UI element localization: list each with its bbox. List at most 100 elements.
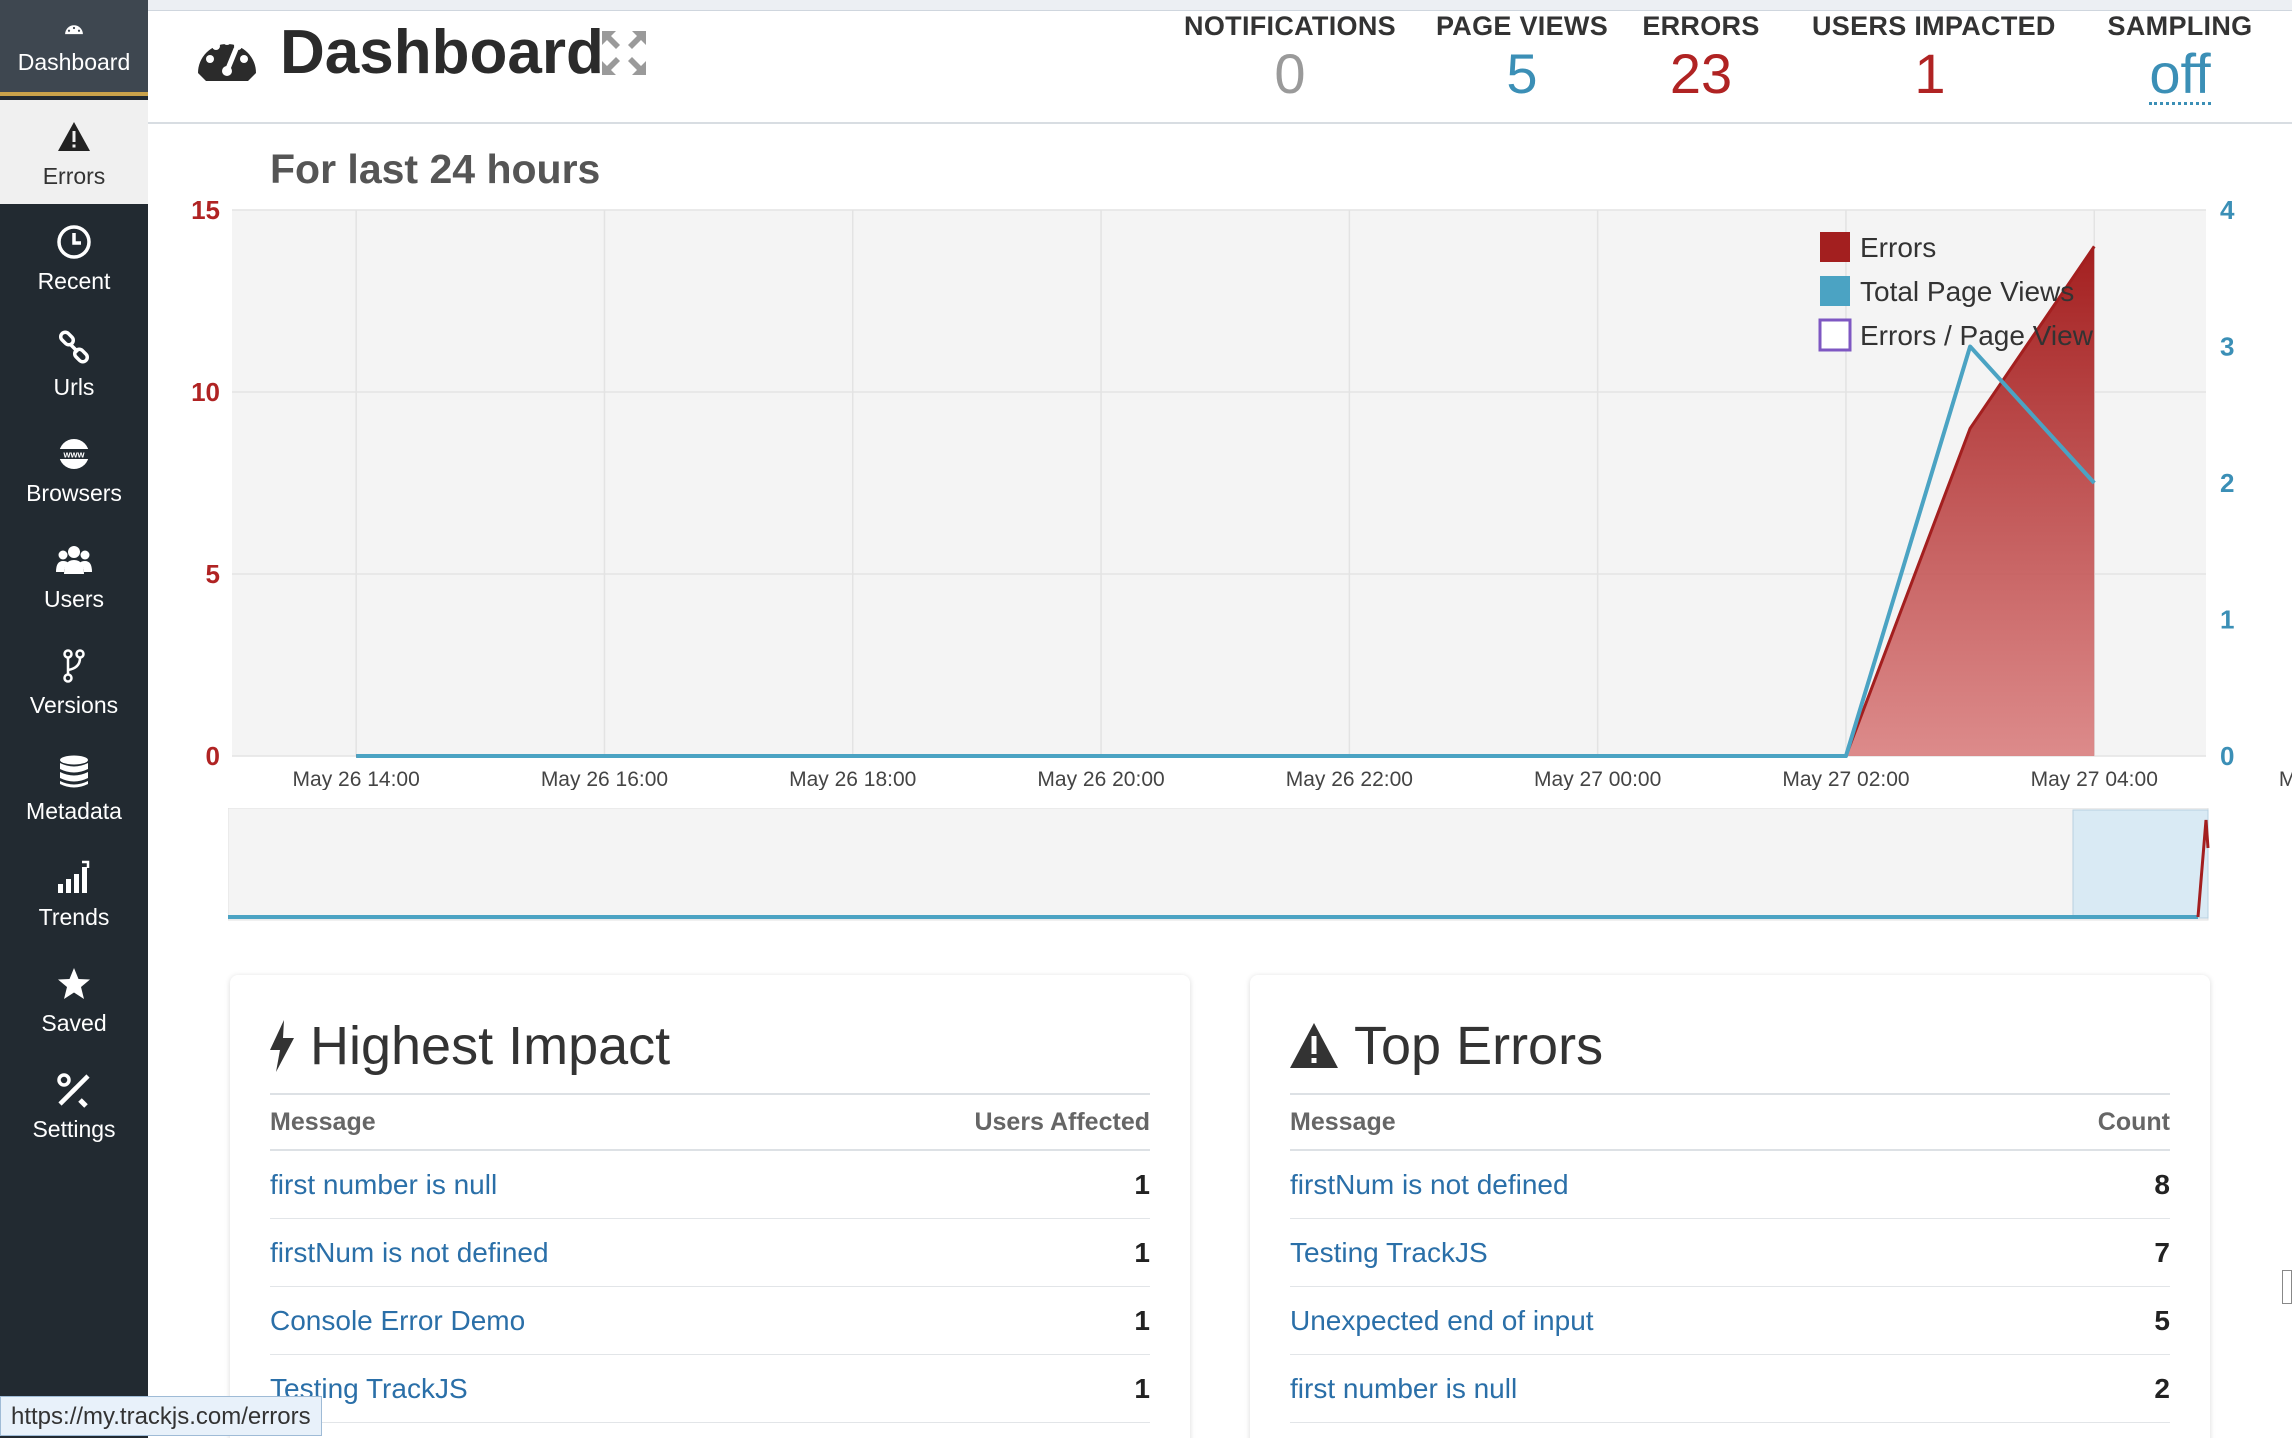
errors-chart[interactable]: May 26 14:00 May 26 16:00 May 26 18:00 May … — [148, 190, 2292, 790]
sidebar-item-label: Urls — [53, 374, 95, 400]
legend-entry: Total Page Views — [1860, 276, 2074, 307]
top-errors-table: Message Count firstNum is not defined 8 … — [1290, 1093, 2170, 1423]
y-right-tick-label: 1 — [2220, 605, 2234, 635]
status-bar-url: https://my.trackjs.com/errors — [0, 1396, 322, 1436]
lightning-icon — [270, 1020, 294, 1072]
y-right-tick-label: 3 — [2220, 332, 2234, 362]
sidebar-item-settings[interactable]: Settings — [0, 1053, 148, 1157]
error-count: 2 — [2154, 1372, 2170, 1404]
column-header-users-affected[interactable]: Users Affected — [974, 1108, 1150, 1137]
stat-users-impacted[interactable]: USERS IMPACTED 1 — [1812, 11, 2056, 106]
x-tick-label: May 26 18:00 — [789, 768, 916, 790]
stat-label: NOTIFICATIONS — [1184, 11, 1396, 41]
column-header-count[interactable]: Count — [2098, 1108, 2170, 1137]
sidebar-item-saved[interactable]: Saved — [0, 947, 148, 1051]
table-row: Testing TrackJS 7 — [1290, 1219, 2170, 1287]
table-row: Unexpected end of input 5 — [1290, 1287, 2170, 1355]
sidebar-item-label: Errors — [42, 163, 106, 189]
y-left-tick-label: 10 — [191, 377, 220, 407]
stat-label: USERS IMPACTED — [1812, 11, 2056, 41]
stat-errors[interactable]: ERRORS 23 — [1636, 11, 1766, 106]
users-affected-count: 1 — [1134, 1168, 1150, 1200]
column-header-message[interactable]: Message — [270, 1108, 376, 1137]
x-tick-label: May 27 06:00 — [2279, 768, 2292, 790]
browser-top-border — [148, 0, 2292, 11]
users-affected-count: 1 — [1134, 1372, 1150, 1404]
panel-title-text: Top Errors — [1354, 1016, 1604, 1076]
legend-entry: Errors / Page View — [1860, 320, 2094, 351]
sidebar-item-metadata[interactable]: Metadata — [0, 735, 148, 839]
link-icon — [58, 330, 90, 364]
error-message-link[interactable]: Testing TrackJS — [1290, 1237, 1488, 1269]
svg-text:www: www — [62, 450, 85, 460]
page-header: Dashboard NOTIFICATIONS 0 PAGE VIEWS 5 E… — [148, 11, 2292, 124]
sampling-toggle-link[interactable]: off — [2149, 46, 2211, 105]
table-header: Message Count — [1290, 1093, 2170, 1151]
error-message-link[interactable]: first number is null — [1290, 1373, 1517, 1405]
table-row: firstNum is not defined 8 — [1290, 1151, 2170, 1219]
sidebar-item-label: Dashboard — [17, 49, 131, 75]
sidebar-item-label: Users — [43, 586, 105, 612]
sidebar-item-label: Versions — [29, 692, 119, 718]
sidebar-item-urls[interactable]: Urls — [0, 311, 148, 415]
users-affected-count: 1 — [1134, 1304, 1150, 1336]
gauge-icon — [65, 25, 83, 35]
y-right-tick-label: 4 — [2220, 195, 2235, 225]
table-row: first number is null 1 — [270, 1151, 1150, 1219]
scrollbar-handle[interactable] — [2282, 1270, 2292, 1304]
stat-value: 5 — [1506, 42, 1538, 105]
error-message-link[interactable]: Unexpected end of input — [1290, 1305, 1594, 1337]
y-left-tick-label: 15 — [191, 195, 220, 225]
sidebar-item-errors[interactable]: Errors — [0, 100, 148, 204]
column-header-message[interactable]: Message — [1290, 1108, 1396, 1137]
branch-icon — [63, 649, 85, 683]
sidebar-item-label: Saved — [41, 1010, 107, 1036]
users-affected-count: 1 — [1134, 1236, 1150, 1268]
expand-icon[interactable] — [600, 29, 648, 77]
x-tick-label: May 27 02:00 — [1782, 768, 1909, 790]
table-header: Message Users Affected — [270, 1093, 1150, 1151]
bar-chart-icon — [58, 860, 90, 893]
gauge-icon — [198, 37, 256, 81]
panel-title: Top Errors — [1288, 1015, 1603, 1077]
error-message-link[interactable]: firstNum is not defined — [1290, 1169, 1569, 1201]
x-tick-label: May 26 22:00 — [1286, 768, 1413, 790]
error-message-link[interactable]: firstNum is not defined — [270, 1237, 549, 1269]
highest-impact-table: Message Users Affected first number is n… — [270, 1093, 1150, 1423]
star-icon — [58, 968, 90, 999]
panel-title-text: Highest Impact — [310, 1016, 671, 1076]
highest-impact-panel: Highest Impact Message Users Affected fi… — [230, 975, 1190, 1438]
error-message-link[interactable]: first number is null — [270, 1169, 497, 1201]
stat-sampling[interactable]: SAMPLING off — [2100, 11, 2260, 106]
x-tick-label: May 27 04:00 — [2031, 768, 2158, 790]
legend-entry: Errors — [1860, 232, 1936, 263]
database-icon — [60, 755, 88, 788]
x-tick-label: May 26 20:00 — [1037, 768, 1164, 790]
error-count: 7 — [2154, 1236, 2170, 1268]
panel-title: Highest Impact — [268, 1015, 670, 1077]
sidebar-item-recent[interactable]: Recent — [0, 205, 148, 309]
navigator-selection-window[interactable] — [2072, 809, 2209, 919]
sidebar-item-users[interactable]: Users — [0, 523, 148, 627]
x-tick-label: May 26 14:00 — [293, 768, 420, 790]
warning-icon — [1290, 1023, 1338, 1068]
www-globe-icon: www — [58, 439, 90, 469]
navigator-background — [228, 808, 2209, 921]
sidebar-item-dashboard[interactable]: Dashboard — [0, 0, 148, 96]
stat-notifications[interactable]: NOTIFICATIONS 0 — [1180, 11, 1400, 106]
table-row: Console Error Demo 1 — [270, 1287, 1150, 1355]
clock-icon — [57, 225, 91, 259]
stat-page-views[interactable]: PAGE VIEWS 5 — [1432, 11, 1612, 106]
sidebar-item-browsers[interactable]: www Browsers — [0, 417, 148, 521]
legend-swatch — [1820, 276, 1850, 306]
sidebar-item-trends[interactable]: Trends — [0, 841, 148, 945]
error-message-link[interactable]: Console Error Demo — [270, 1305, 525, 1337]
sidebar-item-label: Trends — [38, 904, 110, 930]
sidebar-item-label: Recent — [37, 268, 111, 294]
sidebar-item-versions[interactable]: Versions — [0, 629, 148, 733]
warning-icon — [58, 122, 90, 151]
table-row: firstNum is not defined 1 — [270, 1219, 1150, 1287]
chart-navigator[interactable] — [228, 808, 2212, 928]
sidebar-item-label: Browsers — [26, 480, 122, 506]
y-left-tick-label: 0 — [206, 741, 220, 771]
